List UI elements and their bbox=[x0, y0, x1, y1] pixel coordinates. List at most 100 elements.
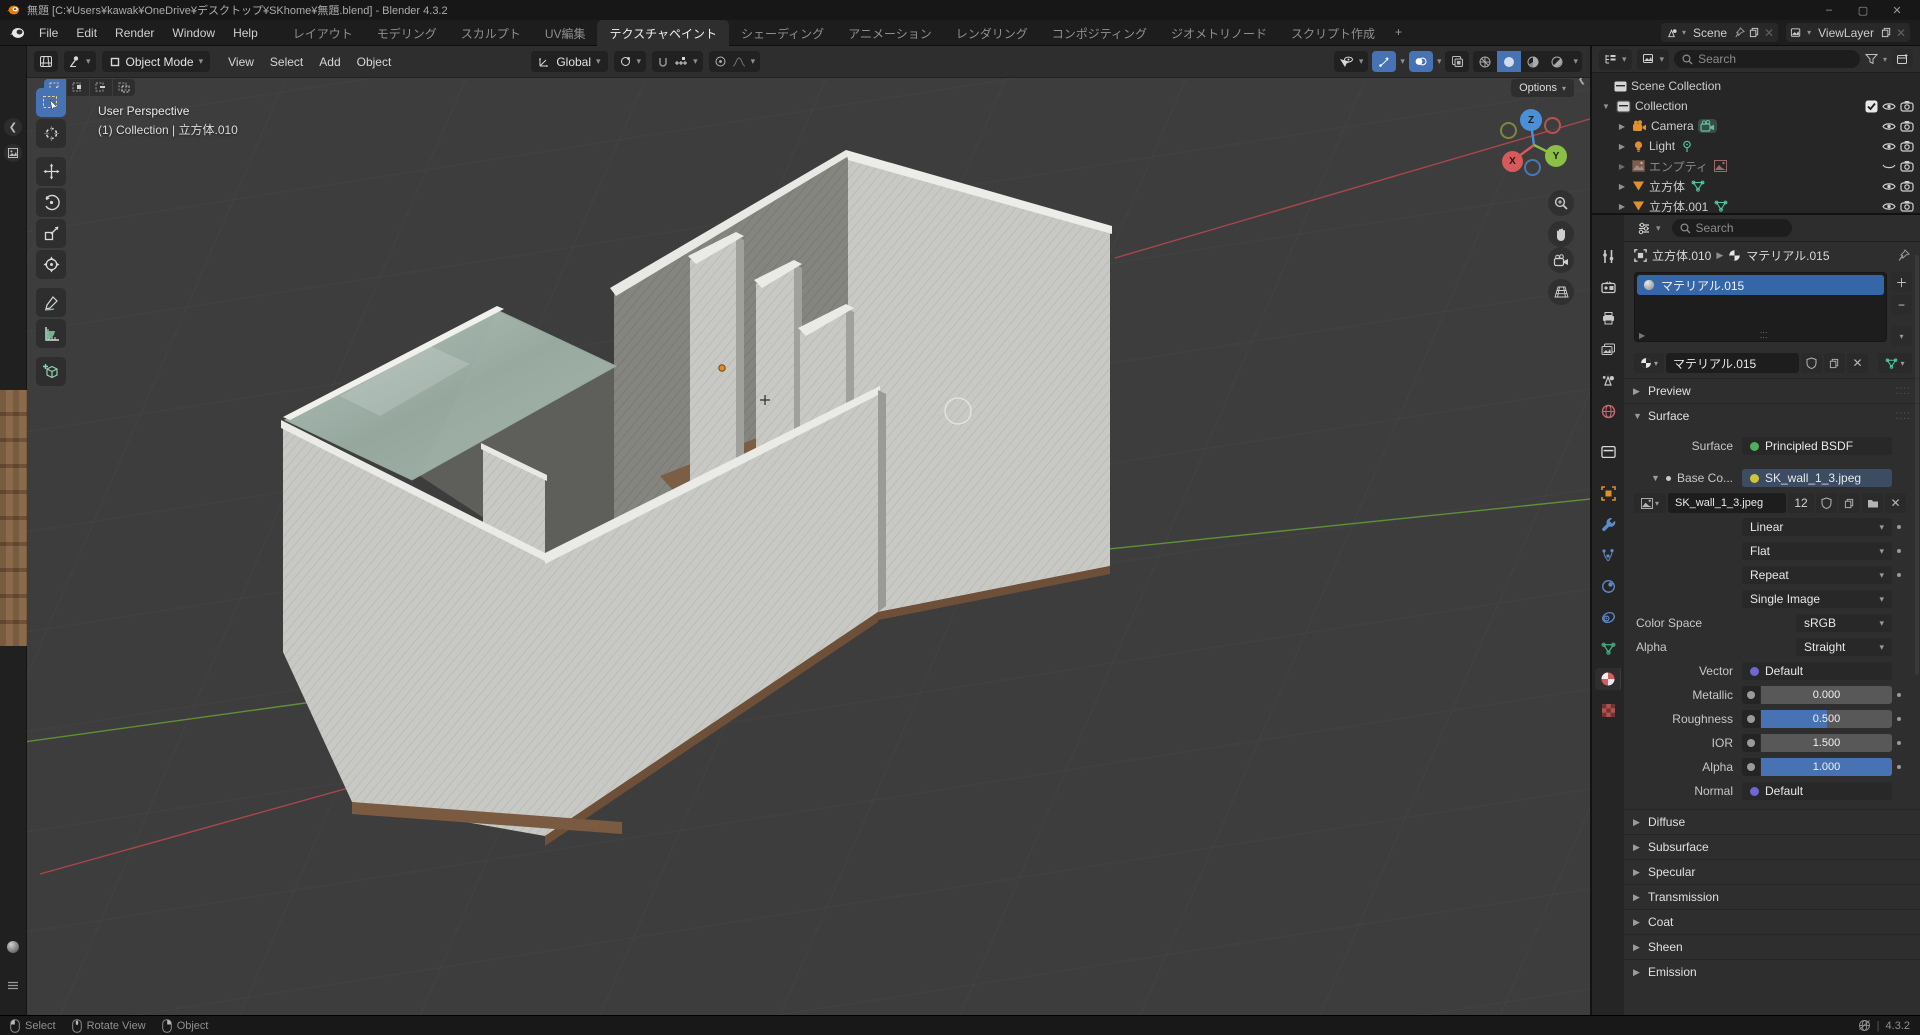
panel-transmission[interactable]: ▶Transmission bbox=[1624, 884, 1920, 909]
eye-open-icon[interactable] bbox=[1882, 201, 1896, 212]
tab-uv-editing[interactable]: UV編集 bbox=[533, 20, 598, 46]
panel-preview[interactable]: ▶ Preview ⁚⁚⁚⁚ bbox=[1624, 378, 1920, 403]
panel-subsurface[interactable]: ▶Subsurface bbox=[1624, 834, 1920, 859]
tab-scripting[interactable]: スクリプト作成 bbox=[1279, 20, 1387, 46]
tab-world[interactable] bbox=[1595, 400, 1621, 422]
menu-window[interactable]: Window bbox=[163, 22, 224, 44]
menu-file[interactable]: File bbox=[30, 22, 67, 44]
tool-annotate[interactable] bbox=[36, 288, 66, 317]
panel-coat[interactable]: ▶Coat bbox=[1624, 909, 1920, 934]
editor-menu-icon[interactable] bbox=[4, 976, 22, 994]
menu-view[interactable]: View bbox=[220, 52, 262, 72]
snap-toggle-group[interactable]: ▾ bbox=[652, 51, 703, 72]
slot-specials-menu[interactable]: ▾ bbox=[1891, 326, 1912, 346]
show-gizmo-toggle[interactable] bbox=[1372, 51, 1396, 72]
tool-transform[interactable] bbox=[36, 250, 66, 279]
outliner-search[interactable]: Search bbox=[1674, 50, 1860, 68]
eye-open-icon[interactable] bbox=[1882, 181, 1896, 192]
eye-open-icon[interactable] bbox=[1882, 141, 1896, 152]
tab-output[interactable] bbox=[1595, 307, 1621, 329]
render-camera-icon[interactable] bbox=[1900, 120, 1914, 132]
expand-caret-icon[interactable]: ▶ bbox=[1616, 202, 1628, 211]
tab-constraints[interactable] bbox=[1595, 606, 1621, 628]
tab-rendering[interactable]: レンダリング bbox=[944, 20, 1040, 46]
surface-shader-button[interactable]: Principled BSDF bbox=[1742, 437, 1892, 455]
browse-material-button[interactable]: ▾ bbox=[1634, 353, 1664, 373]
alpha-mode-dropdown[interactable]: Straight▾ bbox=[1796, 638, 1892, 656]
tool-move[interactable] bbox=[36, 157, 66, 186]
drag-handle-icon[interactable]: ⁚⁚⁚ bbox=[1760, 331, 1768, 340]
panel-diffuse[interactable]: ▶Diffuse bbox=[1624, 809, 1920, 834]
pan-view-button[interactable] bbox=[1548, 221, 1574, 247]
tool-scale[interactable] bbox=[36, 219, 66, 248]
editor-type-button[interactable] bbox=[34, 51, 58, 72]
proportional-edit-group[interactable]: ▾ bbox=[709, 51, 761, 72]
camera-view-button[interactable] bbox=[1548, 247, 1574, 273]
camera-data-badge[interactable] bbox=[1698, 119, 1717, 133]
interpolation-dropdown[interactable]: Linear▾ bbox=[1742, 518, 1892, 536]
show-overlays-toggle[interactable] bbox=[1409, 51, 1433, 72]
animate-dot-icon[interactable] bbox=[1892, 549, 1906, 553]
tab-texture-paint[interactable]: テクスチャペイント bbox=[597, 20, 729, 46]
pin-icon[interactable] bbox=[1898, 249, 1910, 261]
select-mode-intersect-button[interactable] bbox=[113, 79, 135, 96]
drag-handle-icon[interactable]: ⁚⁚⁚⁚ bbox=[1896, 411, 1911, 422]
shading-rendered-button[interactable] bbox=[1545, 51, 1569, 72]
tab-object-data[interactable] bbox=[1595, 637, 1621, 659]
projection-dropdown[interactable]: Flat▾ bbox=[1742, 542, 1892, 560]
blender-menu-icon[interactable] bbox=[8, 25, 26, 41]
expand-editor-button[interactable]: ❮ bbox=[4, 118, 22, 136]
checkbox-checked-icon[interactable] bbox=[1865, 100, 1878, 113]
row-collection[interactable]: ▼ Collection bbox=[1592, 96, 1920, 116]
outliner-display-mode[interactable]: ▾ bbox=[1599, 49, 1632, 70]
ior-slider[interactable]: 1.500 bbox=[1761, 734, 1892, 752]
shading-material-button[interactable] bbox=[1521, 51, 1545, 72]
tab-animation[interactable]: アニメーション bbox=[836, 20, 944, 46]
tab-shading[interactable]: シェーディング bbox=[729, 20, 836, 46]
shading-options-chevron[interactable]: ▾ bbox=[1569, 56, 1582, 67]
add-slot-button[interactable]: ＋ bbox=[1891, 272, 1912, 292]
menu-render[interactable]: Render bbox=[106, 22, 163, 44]
source-dropdown[interactable]: Single Image▾ bbox=[1742, 590, 1892, 608]
tab-tool[interactable] bbox=[1595, 245, 1621, 267]
render-camera-icon[interactable] bbox=[1900, 160, 1914, 172]
material-name-field[interactable]: マテリアル.015 bbox=[1666, 353, 1799, 373]
alpha-slider[interactable]: 1.000 bbox=[1761, 758, 1892, 776]
expand-icon[interactable]: ▶ bbox=[1639, 331, 1645, 340]
maximize-button[interactable]: ▢ bbox=[1846, 4, 1880, 17]
render-camera-icon[interactable] bbox=[1900, 180, 1914, 192]
remove-slot-button[interactable]: − bbox=[1891, 295, 1912, 315]
menu-edit[interactable]: Edit bbox=[67, 22, 106, 44]
shading-solid-button[interactable] bbox=[1497, 51, 1521, 72]
menu-object[interactable]: Object bbox=[349, 52, 400, 72]
image-editor-icon[interactable] bbox=[4, 144, 22, 162]
unlink-image-button[interactable]: ✕ bbox=[1885, 493, 1906, 513]
tab-material[interactable] bbox=[1595, 668, 1621, 690]
navigation-gizmo[interactable]: Z X Y bbox=[1478, 82, 1588, 192]
expand-caret-icon[interactable]: ▶ bbox=[1616, 162, 1628, 171]
drag-handle-icon[interactable]: ⁚⁚⁚⁚ bbox=[1896, 386, 1911, 397]
roughness-slider[interactable]: 0.500 bbox=[1761, 710, 1892, 728]
vector-input-button[interactable]: Default bbox=[1742, 662, 1892, 680]
tool-add-cube[interactable] bbox=[36, 357, 66, 386]
expand-caret-icon[interactable]: ▶ bbox=[1616, 182, 1628, 191]
base-color-texture-button[interactable]: SK_wall_1_3.jpeg bbox=[1742, 469, 1892, 487]
shading-sphere-icon[interactable] bbox=[4, 938, 22, 956]
animate-dot-icon[interactable] bbox=[1892, 573, 1906, 577]
roughness-socket-button[interactable] bbox=[1742, 710, 1760, 728]
expand-caret-icon[interactable]: ▶ bbox=[1616, 122, 1628, 131]
tab-render[interactable] bbox=[1595, 276, 1621, 298]
gizmo-axis-z[interactable]: Z bbox=[1520, 109, 1542, 131]
open-image-button[interactable] bbox=[1862, 493, 1883, 513]
close-button[interactable]: ✕ bbox=[1880, 4, 1914, 17]
gizmo-axis-z-neg[interactable] bbox=[1524, 159, 1541, 176]
tab-view-layer[interactable] bbox=[1595, 338, 1621, 360]
empty-data-badge[interactable] bbox=[1712, 159, 1729, 173]
link-mode-button[interactable]: ▾ bbox=[1878, 353, 1912, 373]
select-mode-extend-button[interactable] bbox=[67, 79, 89, 96]
tool-select-box[interactable] bbox=[36, 88, 66, 117]
tab-sculpting[interactable]: スカルプト bbox=[449, 20, 533, 46]
expand-caret-icon[interactable]: ▶ bbox=[1616, 142, 1628, 151]
mesh-data-badge[interactable] bbox=[1712, 199, 1730, 213]
tab-collection[interactable] bbox=[1595, 441, 1621, 463]
